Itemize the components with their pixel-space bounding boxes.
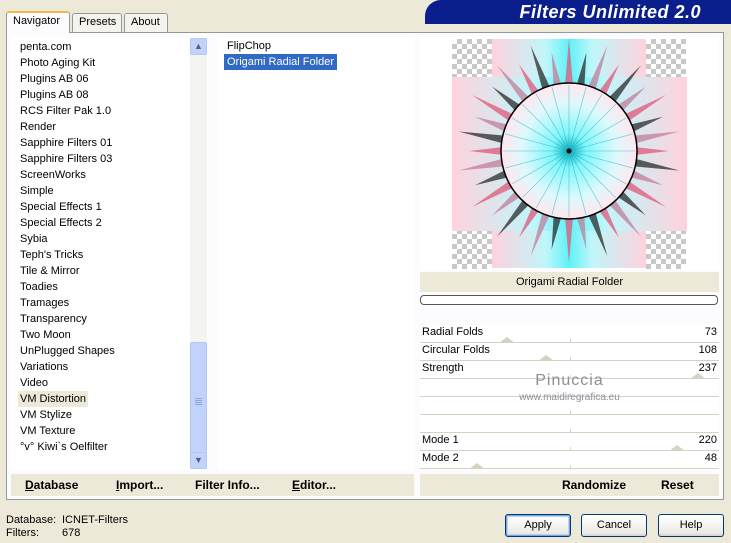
chevron-up-icon: ▲ — [194, 41, 203, 51]
category-scrollbar[interactable]: ▲ ▼ — [190, 38, 207, 469]
slider-circular-folds[interactable]: Circular Folds 108 — [420, 343, 719, 361]
slider-mode-2[interactable]: Mode 2 48 — [420, 451, 719, 469]
status-value: 678 — [62, 527, 81, 539]
status-label: Database: — [6, 514, 57, 526]
preview-pane — [420, 37, 719, 270]
slider-label: Radial Folds — [422, 326, 484, 338]
grip-line — [195, 402, 202, 403]
status-database: Database: ICNET-Filters — [6, 514, 128, 527]
filter-info-button[interactable]: Filter Info... — [195, 478, 260, 492]
grip-line — [195, 404, 202, 405]
category-item[interactable]: Tramages — [18, 295, 71, 311]
database-button[interactable]: Database — [25, 478, 78, 492]
slider-knob[interactable] — [468, 463, 485, 469]
reset-button[interactable]: Reset — [661, 478, 694, 492]
slider-slot-empty — [420, 397, 719, 415]
category-item[interactable]: VM Texture — [18, 423, 77, 439]
list-button-bar: Database Import... Filter Info... Editor… — [11, 474, 414, 496]
title-banner: Filters Unlimited 2.0 — [425, 0, 731, 24]
slider-value: 108 — [698, 344, 717, 356]
chevron-down-icon: ▼ — [194, 455, 203, 465]
category-item[interactable]: Two Moon — [18, 327, 73, 343]
category-item[interactable]: RCS Filter Pak 1.0 — [18, 103, 113, 119]
center-dot — [566, 148, 572, 154]
filter-list[interactable]: FlipChop Origami Radial Folder — [218, 37, 414, 470]
category-item[interactable]: VM Stylize — [18, 407, 74, 423]
radial-rays — [503, 85, 635, 217]
slider-slot-empty — [420, 415, 719, 433]
slider-value: 73 — [704, 326, 717, 338]
apply-button[interactable]: Apply — [505, 514, 571, 537]
category-item[interactable]: Render — [18, 119, 58, 135]
category-item[interactable]: Video — [18, 375, 50, 391]
category-item[interactable]: Sybia — [18, 231, 50, 247]
slider-radial-folds[interactable]: Radial Folds 73 — [420, 325, 719, 343]
category-list[interactable]: penta.com Photo Aging Kit Plugins AB 06 Plu… — [11, 37, 207, 470]
cancel-button[interactable]: Cancel — [581, 514, 647, 537]
button-label: mport... — [119, 478, 164, 492]
slider-label: Mode 2 — [422, 452, 459, 464]
mnemonic: E — [292, 478, 301, 492]
help-button[interactable]: Help — [658, 514, 724, 537]
slider-value: 220 — [698, 434, 717, 446]
import-button[interactable]: Import... — [116, 478, 163, 492]
filter-item[interactable]: FlipChop — [224, 38, 274, 54]
filter-item[interactable]: Origami Radial Folder — [224, 54, 337, 70]
button-label: ditor... — [300, 478, 337, 492]
slider-tick — [569, 465, 571, 469]
category-item[interactable]: °v° Kiwi`s Oelfilter — [18, 439, 110, 455]
category-item[interactable]: Special Effects 1 — [18, 199, 104, 215]
tab-navigator[interactable]: Navigator — [6, 11, 70, 33]
button-label: atabase — [33, 478, 79, 492]
category-item[interactable]: Sapphire Filters 01 — [18, 135, 114, 151]
status-filters: Filters: 678 — [6, 527, 128, 540]
category-item[interactable]: Plugins AB 08 — [18, 87, 91, 103]
grip-line — [195, 398, 202, 399]
scroll-thumb[interactable] — [190, 342, 207, 466]
category-item[interactable]: Photo Aging Kit — [18, 55, 97, 71]
tab-about[interactable]: About — [124, 13, 168, 32]
button-label: Filter Info... — [195, 478, 260, 492]
slider-value: 48 — [704, 452, 717, 464]
category-item[interactable]: penta.com — [18, 39, 73, 55]
status-value: ICNET-Filters — [62, 514, 128, 526]
randomize-button[interactable]: Randomize — [562, 478, 626, 492]
category-item[interactable]: Special Effects 2 — [18, 215, 104, 231]
category-item[interactable]: Transparency — [18, 311, 89, 327]
editor-button[interactable]: Editor... — [292, 478, 336, 492]
slider-mode-1[interactable]: Mode 1 220 — [420, 433, 719, 451]
category-item[interactable]: VM Distortion — [18, 391, 89, 407]
mnemonic: D — [25, 478, 34, 492]
scroll-up-button[interactable]: ▲ — [190, 38, 207, 55]
slider-slot-empty — [420, 379, 719, 397]
category-item[interactable]: UnPlugged Shapes — [18, 343, 117, 359]
preview-image — [452, 39, 687, 268]
scroll-down-button[interactable]: ▼ — [190, 452, 207, 469]
status-area: Database: ICNET-Filters Filters: 678 — [6, 514, 128, 540]
window-title: Filters Unlimited 2.0 — [519, 2, 701, 22]
preview-filter-name: Origami Radial Folder — [420, 272, 719, 292]
status-label: Filters: — [6, 527, 39, 539]
progress-bar — [420, 295, 718, 305]
slider-label: Strength — [422, 362, 464, 374]
slider-label: Circular Folds — [422, 344, 490, 356]
category-item[interactable]: Sapphire Filters 03 — [18, 151, 114, 167]
preview-button-bar: Randomize Reset — [420, 474, 719, 496]
slider-label: Mode 1 — [422, 434, 459, 446]
category-item[interactable]: Teph's Tricks — [18, 247, 85, 263]
slider-strength[interactable]: Strength 237 — [420, 361, 719, 379]
category-item[interactable]: ScreenWorks — [18, 167, 88, 183]
category-item[interactable]: Toadies — [18, 279, 60, 295]
category-item[interactable]: Variations — [18, 359, 70, 375]
category-item[interactable]: Plugins AB 06 — [18, 71, 91, 87]
tab-presets[interactable]: Presets — [72, 13, 122, 32]
grip-line — [195, 400, 202, 401]
category-item[interactable]: Simple — [18, 183, 56, 199]
category-item[interactable]: Tile & Mirror — [18, 263, 81, 279]
